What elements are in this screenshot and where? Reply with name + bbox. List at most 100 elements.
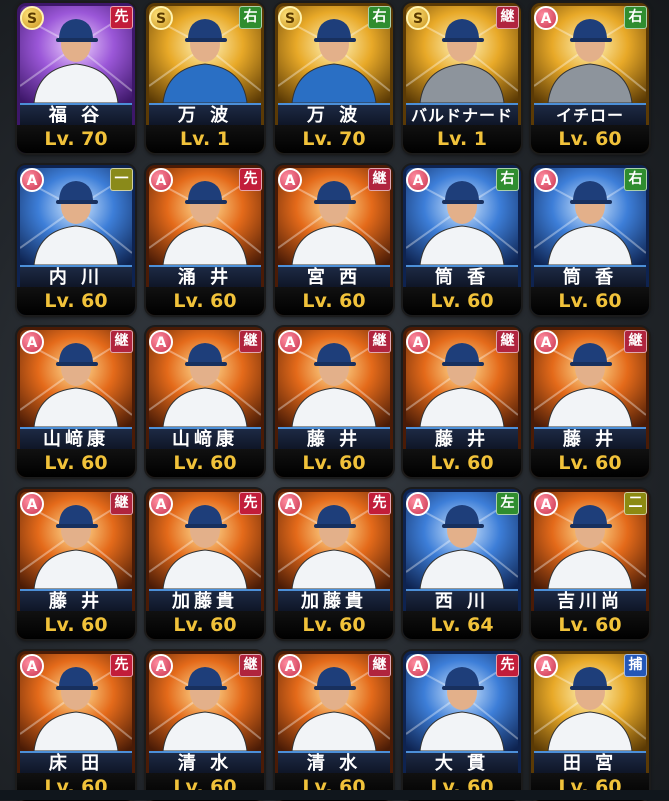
rarity-badge: A [149, 492, 173, 516]
player-level: Lv. 60 [531, 611, 649, 639]
position-badge: 継 [368, 168, 391, 191]
player-card[interactable]: A 継 藤 井 Lv. 60 [403, 327, 521, 477]
rarity-badge: S [149, 6, 173, 30]
player-card[interactable]: A 先 大 貫 Lv. 60 [403, 651, 521, 801]
rarity-badge: A [406, 654, 430, 678]
rarity-badge: A [278, 168, 302, 192]
rarity-badge: A [534, 168, 558, 192]
player-card[interactable]: A 先 加藤貴 Lv. 60 [146, 489, 264, 639]
rarity-badge: A [534, 6, 558, 30]
player-name: 筒 香 [534, 265, 646, 289]
player-name: 福 谷 [20, 103, 132, 127]
rarity-badge: A [406, 330, 430, 354]
player-name: 大 貫 [406, 751, 518, 775]
player-level: Lv. 60 [146, 449, 264, 477]
player-name: 西 川 [406, 589, 518, 613]
player-level: Lv. 60 [531, 287, 649, 315]
rarity-badge: A [149, 330, 173, 354]
player-level: Lv. 70 [17, 125, 135, 153]
player-card[interactable]: S 右 万 波 Lv. 1 [146, 3, 264, 153]
player-card[interactable]: A 右 イチロー Lv. 60 [531, 3, 649, 153]
player-level: Lv. 60 [17, 287, 135, 315]
player-card[interactable]: S 先 福 谷 Lv. 70 [17, 3, 135, 153]
position-badge: 継 [239, 330, 262, 353]
player-card[interactable]: A 二 吉川尚 Lv. 60 [531, 489, 649, 639]
player-name: 藤 井 [406, 427, 518, 451]
player-level: Lv. 60 [403, 449, 521, 477]
player-level: Lv. 60 [17, 449, 135, 477]
player-card[interactable]: A 継 宮 西 Lv. 60 [275, 165, 393, 315]
rarity-badge: A [406, 492, 430, 516]
rarity-badge: A [20, 168, 44, 192]
player-card[interactable]: A 継 藤 井 Lv. 60 [531, 327, 649, 477]
rarity-badge: A [149, 168, 173, 192]
player-card[interactable]: A 継 藤 井 Lv. 60 [17, 489, 135, 639]
player-card[interactable]: A 継 山﨑康 Lv. 60 [146, 327, 264, 477]
player-card[interactable]: A 先 床 田 Lv. 60 [17, 651, 135, 801]
position-badge: 継 [368, 330, 391, 353]
player-card[interactable]: A 右 筒 香 Lv. 60 [403, 165, 521, 315]
player-name: 万 波 [149, 103, 261, 127]
player-card[interactable]: A 右 筒 香 Lv. 60 [531, 165, 649, 315]
position-badge: 捕 [624, 654, 647, 677]
position-badge: 二 [624, 492, 647, 515]
player-name: 田 宮 [534, 751, 646, 775]
player-card[interactable]: A 継 藤 井 Lv. 60 [275, 327, 393, 477]
player-level: Lv. 60 [403, 287, 521, 315]
position-badge: 継 [110, 492, 133, 515]
player-card[interactable]: A 先 加藤貴 Lv. 60 [275, 489, 393, 639]
player-card[interactable]: A 先 涌 井 Lv. 60 [146, 165, 264, 315]
rarity-badge: A [534, 330, 558, 354]
player-level: Lv. 1 [146, 125, 264, 153]
position-badge: 先 [110, 654, 133, 677]
player-card[interactable]: A 継 清 水 Lv. 60 [275, 651, 393, 801]
position-badge: 右 [624, 168, 647, 191]
player-level: Lv. 60 [146, 611, 264, 639]
rarity-badge: A [406, 168, 430, 192]
rarity-badge: A [20, 492, 44, 516]
position-badge: 右 [368, 6, 391, 29]
player-card[interactable]: A 一 内 川 Lv. 60 [17, 165, 135, 315]
player-name: 山﨑康 [20, 427, 132, 451]
player-level: Lv. 60 [531, 449, 649, 477]
rarity-badge: S [406, 6, 430, 30]
player-name: 清 水 [149, 751, 261, 775]
player-card[interactable]: A 継 山﨑康 Lv. 60 [17, 327, 135, 477]
position-badge: 右 [624, 6, 647, 29]
position-badge: 先 [239, 168, 262, 191]
position-badge: 右 [239, 6, 262, 29]
position-badge: 継 [624, 330, 647, 353]
player-name: 清 水 [278, 751, 390, 775]
player-name: 山﨑康 [149, 427, 261, 451]
player-card[interactable]: A 捕 田 宮 Lv. 60 [531, 651, 649, 801]
player-level: Lv. 60 [275, 449, 393, 477]
position-badge: 継 [496, 6, 519, 29]
player-name: 吉川尚 [534, 589, 646, 613]
rarity-badge: A [278, 654, 302, 678]
player-card[interactable]: A 継 清 水 Lv. 60 [146, 651, 264, 801]
rarity-badge: A [20, 654, 44, 678]
player-name: 宮 西 [278, 265, 390, 289]
player-name: 藤 井 [534, 427, 646, 451]
player-card[interactable]: S 継 バルドナード Lv. 1 [403, 3, 521, 153]
rarity-badge: S [278, 6, 302, 30]
player-level: Lv. 60 [531, 125, 649, 153]
player-name: 内 川 [20, 265, 132, 289]
player-level: Lv. 1 [403, 125, 521, 153]
position-badge: 一 [110, 168, 133, 191]
player-level: Lv. 60 [17, 611, 135, 639]
position-badge: 先 [496, 654, 519, 677]
player-level: Lv. 70 [275, 125, 393, 153]
player-card-grid: S 先 福 谷 Lv. 70 S 右 万 波 Lv. 1 S 右 万 波 Lv.… [0, 0, 669, 801]
player-level: Lv. 64 [403, 611, 521, 639]
position-badge: 左 [496, 492, 519, 515]
position-badge: 右 [496, 168, 519, 191]
rarity-badge: A [534, 492, 558, 516]
player-level: Lv. 60 [275, 287, 393, 315]
player-card[interactable]: S 右 万 波 Lv. 70 [275, 3, 393, 153]
position-badge: 継 [496, 330, 519, 353]
rarity-badge: A [20, 330, 44, 354]
player-name: バルドナード [406, 103, 518, 127]
position-badge: 継 [368, 654, 391, 677]
player-card[interactable]: A 左 西 川 Lv. 64 [403, 489, 521, 639]
